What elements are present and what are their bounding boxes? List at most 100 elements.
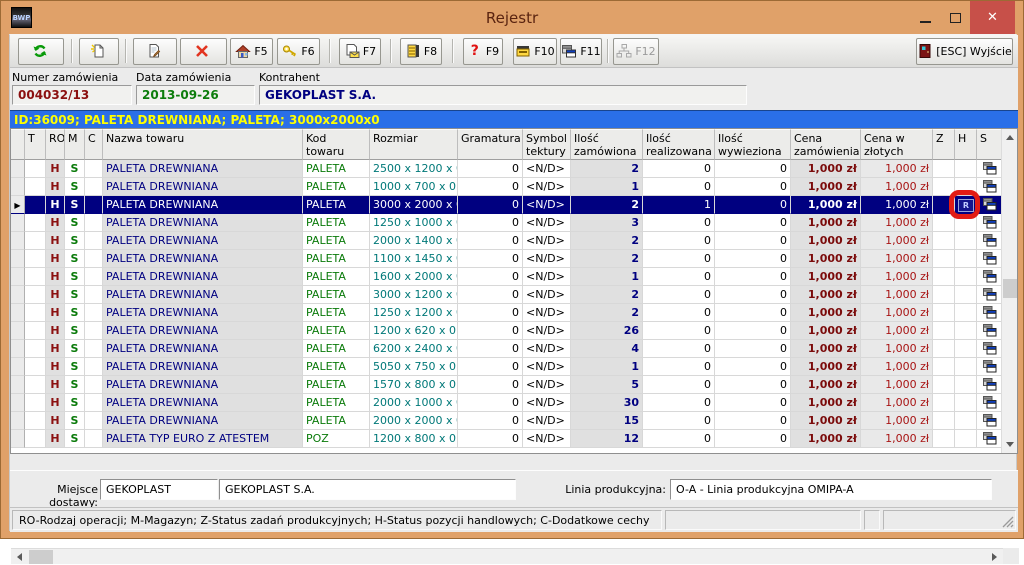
cascade-windows-icon[interactable] bbox=[983, 309, 997, 322]
cascade-windows-icon[interactable] bbox=[983, 237, 997, 250]
key-f6-button[interactable]: F6 bbox=[277, 38, 320, 65]
table-row[interactable]: HSPALETA DREWNIANAPALETA5050 x 750 x 00<… bbox=[11, 358, 1003, 376]
printer-icon bbox=[515, 43, 531, 59]
delivery-name-field[interactable]: GEKOPLAST S.A. bbox=[219, 479, 516, 500]
vertical-scroll-thumb[interactable] bbox=[1003, 279, 1017, 298]
scroll-up-button[interactable] bbox=[1002, 129, 1018, 146]
column-header-qty_ordered[interactable]: Ilość zamówiona bbox=[571, 129, 643, 160]
column-header-gutter[interactable] bbox=[11, 129, 25, 160]
cell-qty_shipped: 0 bbox=[715, 340, 791, 358]
cell-qty_shipped: 0 bbox=[715, 268, 791, 286]
cascade-windows-icon[interactable] bbox=[983, 363, 997, 376]
cascade-windows-icon[interactable] bbox=[983, 291, 997, 304]
vertical-scrollbar[interactable] bbox=[1001, 129, 1017, 453]
cascade-windows-icon[interactable] bbox=[983, 399, 997, 412]
horizontal-scroll-thumb[interactable] bbox=[29, 550, 53, 564]
cascade-windows-icon[interactable] bbox=[983, 345, 997, 358]
scroll-down-button[interactable] bbox=[1002, 436, 1018, 453]
cascade-windows-icon[interactable] bbox=[983, 165, 997, 178]
table-row[interactable]: HSPALETA DREWNIANAPALETA1570 x 800 x 00<… bbox=[11, 376, 1003, 394]
table-row[interactable]: HSPALETA DREWNIANAPALETA1200 x 620 x 00<… bbox=[11, 322, 1003, 340]
table-row[interactable]: HSPALETA DREWNIANAPALETA2000 x 2000 x 00… bbox=[11, 412, 1003, 430]
column-header-symbol[interactable]: Symbol tektury bbox=[523, 129, 571, 160]
column-header-s[interactable]: S bbox=[977, 129, 1003, 160]
new-button[interactable] bbox=[79, 38, 119, 65]
cell-qty_ordered: 3 bbox=[571, 214, 643, 232]
order-number-field[interactable]: 004032/13 bbox=[12, 85, 132, 105]
cell-price_pln: 1,000 zł bbox=[861, 250, 933, 268]
arrow-right-icon bbox=[992, 553, 997, 561]
column-header-qty_shipped[interactable]: Ilość wywieziona bbox=[715, 129, 791, 160]
minimize-button[interactable] bbox=[910, 1, 940, 34]
table-row[interactable]: HSPALETA DREWNIANAPALETA3000 x 1200 x 00… bbox=[11, 286, 1003, 304]
column-header-name[interactable]: Nazwa towaru bbox=[103, 129, 303, 160]
scroll-right-button[interactable] bbox=[986, 549, 1003, 565]
contractor-field[interactable]: GEKOPLAST S.A. bbox=[259, 85, 747, 105]
column-header-price_order[interactable]: Cena zamówienia bbox=[791, 129, 861, 160]
horizontal-scrollbar[interactable] bbox=[11, 548, 1003, 564]
column-header-t[interactable]: T bbox=[25, 129, 46, 160]
print-f10-button[interactable]: F10 bbox=[513, 38, 557, 65]
table-row[interactable]: HSPALETA DREWNIANAPALETA2000 x 1000 x 00… bbox=[11, 394, 1003, 412]
cascade-windows-icon[interactable] bbox=[983, 327, 997, 340]
window-title: Rejestr bbox=[1, 9, 1023, 27]
order-date-field[interactable]: 2013-09-26 bbox=[136, 85, 255, 105]
table-row[interactable]: HSPALETA DREWNIANAPALETA2500 x 1200 x 00… bbox=[11, 160, 1003, 178]
cell-gram: 0 bbox=[458, 232, 523, 250]
table-row[interactable]: HSPALETA DREWNIANAPALETA1250 x 1200 x 00… bbox=[11, 304, 1003, 322]
cascade-windows-icon[interactable] bbox=[983, 417, 997, 430]
column-header-ro[interactable]: RO bbox=[46, 129, 65, 160]
delivery-code-field[interactable]: GEKOPLAST bbox=[100, 479, 218, 500]
cascade-windows-icon[interactable] bbox=[983, 435, 997, 448]
cascade-windows-icon[interactable] bbox=[983, 183, 997, 196]
column-header-c[interactable]: C bbox=[85, 129, 103, 160]
cascade-windows-icon[interactable] bbox=[983, 273, 997, 286]
print-preview-f11-button[interactable]: F11 bbox=[560, 38, 602, 65]
cell-code: PALETA bbox=[303, 304, 370, 322]
table-row[interactable]: HSPALETA DREWNIANAPALETA1000 x 700 x 00<… bbox=[11, 178, 1003, 196]
table-row[interactable]: HSPALETA DREWNIANAPALETA1250 x 1000 x 00… bbox=[11, 214, 1003, 232]
cell-price_order: 1,000 zł bbox=[791, 250, 861, 268]
column-header-h[interactable]: H bbox=[955, 129, 977, 160]
cascade-windows-icon[interactable] bbox=[983, 381, 997, 394]
archive-f8-button[interactable]: F8 bbox=[400, 38, 442, 65]
table-row[interactable]: HSPALETA TYP EURO Z ATESTEMPOZ1200 x 800… bbox=[11, 430, 1003, 448]
cell-s bbox=[977, 214, 1003, 232]
cell-symbol: <N/D> bbox=[523, 214, 571, 232]
help-f9-button[interactable]: ? F9 bbox=[463, 38, 503, 65]
edit-button[interactable] bbox=[133, 38, 177, 65]
resize-grip-icon[interactable] bbox=[1002, 516, 1014, 528]
column-header-price_pln[interactable]: Cena w złotych bbox=[861, 129, 933, 160]
cascade-windows-icon[interactable] bbox=[983, 201, 997, 214]
production-line-field[interactable]: O-A - Linia produkcyjna OMIPA-A bbox=[670, 479, 992, 500]
refresh-button[interactable] bbox=[18, 38, 64, 65]
cascade-windows-icon[interactable] bbox=[983, 219, 997, 232]
cell-code: PALETA bbox=[303, 250, 370, 268]
table-row[interactable]: HSPALETA DREWNIANAPALETA2000 x 1400 x 00… bbox=[11, 232, 1003, 250]
table-row[interactable]: HSPALETA DREWNIANAPALETA6200 x 2400 x 00… bbox=[11, 340, 1003, 358]
column-header-m[interactable]: M bbox=[65, 129, 85, 160]
warehouse-f5-button[interactable]: F5 bbox=[230, 38, 273, 65]
close-icon: ✕ bbox=[987, 10, 998, 25]
column-header-size[interactable]: Rozmiar bbox=[370, 129, 458, 160]
table-row[interactable]: HSPALETA DREWNIANAPALETA1600 x 2000 x 00… bbox=[11, 268, 1003, 286]
column-header-code[interactable]: Kod towaru bbox=[303, 129, 370, 160]
column-header-gram[interactable]: Gramatura bbox=[458, 129, 523, 160]
cell-s bbox=[977, 430, 1003, 448]
table-row[interactable]: ▶HSPALETA DREWNIANAPALETA3000 x 2000 x 0… bbox=[11, 196, 1003, 214]
column-header-qty_realized[interactable]: Ilość realizowana bbox=[643, 129, 715, 160]
cascade-windows-icon[interactable] bbox=[983, 255, 997, 268]
close-button[interactable]: ✕ bbox=[970, 1, 1015, 34]
cell-gutter bbox=[11, 268, 25, 286]
document-f7-button[interactable]: F7 bbox=[339, 38, 381, 65]
column-header-z[interactable]: Z bbox=[933, 129, 955, 160]
delete-button[interactable] bbox=[180, 38, 227, 65]
scroll-left-button[interactable] bbox=[11, 549, 28, 565]
cell-s bbox=[977, 412, 1003, 430]
cell-m: S bbox=[65, 196, 85, 214]
table-row[interactable]: HSPALETA DREWNIANAPALETA1100 x 1450 x 00… bbox=[11, 250, 1003, 268]
exit-button[interactable]: [ESC] Wyjście bbox=[916, 38, 1013, 65]
cell-gutter bbox=[11, 250, 25, 268]
maximize-button[interactable] bbox=[940, 1, 970, 34]
cell-symbol: <N/D> bbox=[523, 196, 571, 214]
